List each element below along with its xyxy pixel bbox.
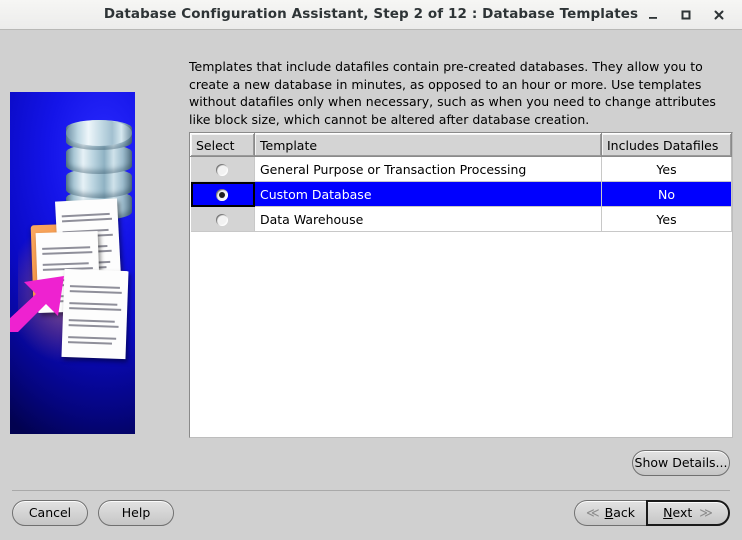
table-row[interactable]: Data Warehouse Yes [190,206,732,232]
template-name-cell: General Purpose or Transaction Processin… [254,156,602,182]
cancel-button[interactable]: Cancel [12,500,88,526]
arrow-icon [10,276,64,332]
select-cell[interactable] [190,156,255,182]
chevron-right-icon: ≫ [699,505,713,521]
dialog-body: Templates that include datafiles contain… [0,30,742,540]
window-title: Database Configuration Assistant, Step 2… [103,6,639,22]
help-button[interactable]: Help [98,500,174,526]
next-button[interactable]: Next ≫ [646,500,730,526]
maximize-button[interactable] [675,4,697,26]
includes-datafiles-cell: No [601,181,732,207]
show-details-button[interactable]: Show Details... [632,450,730,476]
maximize-icon [681,10,691,20]
window-titlebar: Database Configuration Assistant, Step 2… [0,0,742,30]
templates-table-panel[interactable]: Select Template Includes Datafiles Gener… [189,132,733,438]
table-header-row: Select Template Includes Datafiles [190,133,732,157]
radio-button[interactable] [216,214,229,226]
button-bar-separator [12,490,730,491]
show-details-container: Show Details... [632,450,730,476]
minimize-icon [649,17,657,19]
column-header-template[interactable]: Template [254,133,602,157]
radio-button[interactable] [216,164,229,176]
description-text: Templates that include datafiles contain… [189,59,716,127]
close-icon [714,10,724,20]
select-cell[interactable] [190,181,255,207]
select-cell[interactable] [190,206,255,232]
template-name-cell: Data Warehouse [254,206,602,232]
includes-datafiles-cell: Yes [601,206,732,232]
back-button[interactable]: ≪ Back [574,500,646,526]
splash-graphic [10,92,135,434]
column-header-select[interactable]: Select [190,133,255,157]
chevron-left-icon: ≪ [586,505,600,521]
close-button[interactable] [708,4,730,26]
minimize-button[interactable] [642,4,664,26]
column-header-includes-datafiles[interactable]: Includes Datafiles [601,133,732,157]
template-name-cell: Custom Database [254,181,602,207]
table-row[interactable]: Custom Database No [190,181,732,207]
table-row[interactable]: General Purpose or Transaction Processin… [190,156,732,182]
includes-datafiles-cell: Yes [601,156,732,182]
document-page-icon [61,268,129,360]
back-button-label: Back [604,505,635,520]
next-button-label: Next [663,505,693,520]
templates-table: Select Template Includes Datafiles Gener… [190,133,732,232]
navigation-button-group: ≪ Back Next ≫ [574,500,730,526]
radio-button-selected[interactable] [216,189,229,201]
